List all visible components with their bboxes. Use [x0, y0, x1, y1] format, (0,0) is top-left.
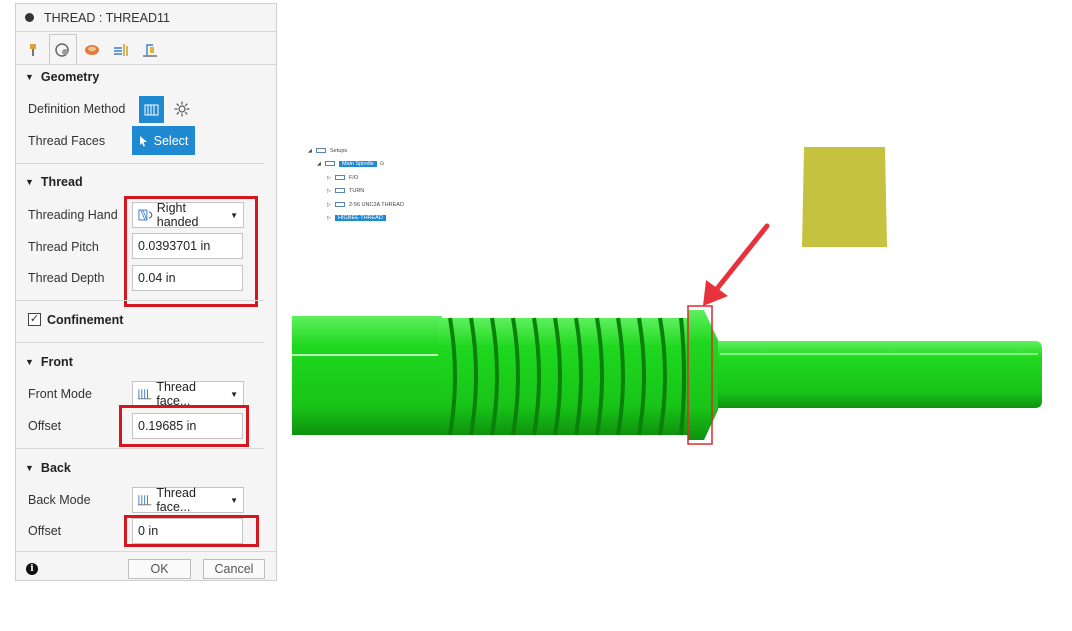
definition-method-button[interactable]: [139, 96, 164, 123]
thread-grooves: [448, 317, 686, 436]
folder-icon: [316, 148, 326, 153]
section-divider: [16, 300, 264, 301]
thread-faces-label: Thread Faces: [28, 134, 106, 148]
chevron-down-icon: ▼: [230, 495, 238, 505]
threaded-section[interactable]: [438, 318, 690, 435]
setup-icon: [325, 161, 335, 166]
tree-item-fo[interactable]: ▷ F/O: [327, 173, 358, 182]
front-offset-highlight: [119, 405, 249, 447]
thread-operation-icon: [335, 202, 345, 207]
collapsed-triangle-icon: ▷: [327, 201, 331, 208]
confinement-checkbox[interactable]: ✓: [28, 313, 41, 326]
thread-dialog: THREAD : THREAD11 ▼ Geometry Definition …: [15, 3, 277, 581]
tab-linking[interactable]: [136, 36, 164, 64]
red-arrow-icon: [703, 223, 770, 306]
shaft-chamfer[interactable]: [688, 310, 718, 440]
ok-button[interactable]: OK: [128, 559, 191, 579]
dialog-titlebar: THREAD : THREAD11: [16, 4, 276, 32]
linking-icon: [143, 44, 157, 57]
confinement-label: Confinement: [47, 313, 124, 327]
chevron-down-icon: ▼: [230, 389, 238, 399]
passes-icon: [114, 44, 128, 56]
active-target-icon: ⊙: [379, 160, 385, 167]
collapse-triangle-icon: ▼: [25, 177, 34, 187]
collapsed-triangle-icon: ▷: [327, 214, 331, 221]
thread-pitch-label: Thread Pitch: [28, 240, 99, 254]
section-divider: [16, 342, 264, 343]
collapse-dialog-icon[interactable]: [25, 13, 34, 22]
front-mode-dropdown[interactable]: Thread face... ▼: [132, 380, 244, 408]
collapse-triangle-icon: ▼: [25, 72, 34, 82]
gear-icon[interactable]: [173, 100, 191, 118]
thread-section-header[interactable]: ▼ Thread: [25, 175, 83, 189]
heights-icon: [85, 45, 99, 55]
tree-item-main-spindle[interactable]: ◢ Main Spindle ⊙: [317, 159, 384, 168]
tree-item-higbee-thread[interactable]: ▷ HIGBEE THREAD: [327, 213, 386, 222]
cursor-arrow-icon: [139, 135, 147, 146]
shaft-minor-diameter[interactable]: [718, 341, 1042, 408]
collapsed-triangle-icon: ▷: [327, 187, 331, 194]
tool-icon: [30, 44, 36, 56]
cancel-button[interactable]: Cancel: [203, 559, 265, 579]
thread-faces-method-icon: [144, 104, 159, 116]
back-section-header[interactable]: ▼ Back: [25, 461, 71, 475]
dialog-footer: i OK Cancel: [16, 551, 276, 582]
geometry-icon: [55, 42, 69, 57]
expand-triangle-icon: ◢: [308, 147, 312, 154]
tab-tool[interactable]: [20, 36, 48, 64]
collapsed-triangle-icon: ▷: [327, 174, 331, 181]
tree-item-thread[interactable]: ▷ 2-56 UNC2A THREAD: [327, 200, 404, 209]
info-icon[interactable]: i: [26, 563, 38, 575]
front-section-header[interactable]: ▼ Front: [25, 355, 73, 369]
thread-params-highlight: [124, 196, 258, 307]
shaft-major-diameter[interactable]: [292, 316, 442, 435]
dialog-title: THREAD : THREAD11: [44, 10, 170, 25]
section-divider: [16, 163, 264, 164]
threading-hand-label: Threading Hand: [28, 208, 118, 222]
turning-operation-icon: [335, 188, 345, 193]
thread-face-icon: [137, 495, 152, 506]
back-offset-label: Offset: [28, 524, 62, 538]
collapse-triangle-icon: ▼: [25, 463, 34, 473]
expand-triangle-icon: ◢: [317, 160, 321, 167]
tab-geometry[interactable]: [49, 34, 77, 64]
front-mode-label: Front Mode: [28, 387, 92, 401]
collapse-triangle-icon: ▼: [25, 357, 34, 367]
back-mode-dropdown[interactable]: Thread face... ▼: [132, 486, 244, 514]
front-offset-label: Offset: [28, 419, 62, 433]
stock-body[interactable]: [802, 147, 887, 247]
section-divider: [16, 448, 264, 449]
thread-face-icon: [137, 389, 152, 400]
thread-depth-label: Thread Depth: [28, 271, 105, 285]
geometry-section-header[interactable]: ▼ Geometry: [25, 70, 99, 84]
tab-passes[interactable]: [107, 36, 135, 64]
tree-item-setups[interactable]: ◢ Setups: [308, 146, 347, 155]
facing-operation-icon: [335, 175, 345, 180]
tree-item-turn[interactable]: ▷ TURN: [327, 186, 364, 195]
dialog-tabs: [16, 32, 276, 65]
tab-heights[interactable]: [78, 36, 106, 64]
thread-start-highlight-box: [687, 305, 713, 445]
thread-faces-select-button[interactable]: Select: [132, 126, 195, 155]
back-mode-label: Back Mode: [28, 493, 91, 507]
back-offset-highlight: [124, 515, 259, 547]
definition-method-label: Definition Method: [28, 102, 126, 116]
